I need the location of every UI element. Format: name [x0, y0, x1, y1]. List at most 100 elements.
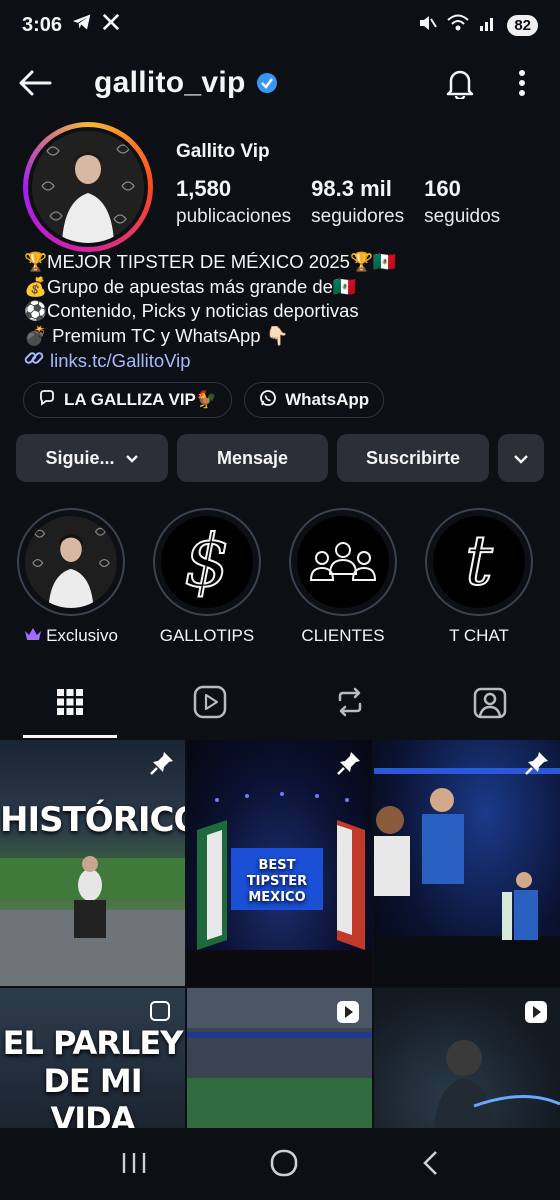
home-icon[interactable] [269, 1148, 299, 1183]
bio-link-text: links.tc/GallitoVip [50, 350, 191, 371]
highlight-label: Exclusivo [46, 626, 118, 645]
highlight-label: T CHAT [449, 626, 509, 645]
notification-bell-icon[interactable] [440, 63, 480, 103]
highlight-exclusivo[interactable]: Exclusivo [16, 508, 126, 646]
profile-actions: Siguie... Mensaje Suscribirte [16, 434, 544, 482]
following-button[interactable]: Siguie... [16, 434, 168, 482]
signal-icon [479, 14, 497, 37]
posts-grid: HISTÓRICO BEST TIPSTER MEXICO EL PARLEY … [0, 740, 560, 1128]
profile-stats: 1,580 publicaciones 98.3 mil seguidores … [176, 176, 500, 228]
post-overlay-line: MEXICO [248, 890, 306, 905]
bio-link[interactable]: links.tc/GallitoVip [24, 348, 544, 375]
profile-avatar[interactable] [23, 122, 153, 252]
system-navigation-bar [0, 1130, 560, 1200]
profile-tabs [0, 670, 560, 738]
mute-icon [417, 13, 438, 38]
recent-apps-icon[interactable] [120, 1151, 148, 1180]
link-icon [24, 348, 44, 375]
svg-text:t: t [465, 522, 493, 601]
post-thumbnail[interactable] [374, 740, 560, 986]
reel-play-icon [336, 1000, 360, 1029]
post-overlay-text: EL PARLEY DE MI VIDA [0, 1024, 185, 1128]
t-letter-icon: t [433, 516, 525, 608]
stat-label: seguidores [311, 206, 405, 227]
stat-following[interactable]: 160 seguidos [424, 176, 500, 228]
post-thumbnail[interactable] [374, 988, 560, 1128]
pin-icon [524, 750, 550, 781]
verified-badge-icon [256, 72, 278, 94]
subscribe-button-label: Suscribirte [365, 447, 461, 468]
profile-chips: LA GALLIZA VIP🐓 WhatsApp [23, 382, 385, 418]
pin-icon [149, 750, 175, 781]
highlight-cover-image [25, 516, 117, 608]
back-icon[interactable] [420, 1149, 440, 1182]
dollar-sign-icon: $ [161, 516, 253, 608]
people-group-icon [297, 516, 389, 608]
svg-text:$: $ [184, 522, 230, 602]
display-name: Gallito Vip [176, 141, 270, 162]
highlight-t-chat[interactable]: t T CHAT [424, 508, 534, 646]
highlight-gallotips[interactable]: $ GALLOTIPS [152, 508, 262, 646]
pin-icon [336, 750, 362, 781]
post-overlay-line: DE MI VIDA [43, 1062, 142, 1128]
wifi-icon [447, 14, 469, 37]
username-title: gallito_vip [94, 66, 246, 99]
reel-play-icon [524, 1000, 548, 1029]
stat-label: seguidos [424, 206, 501, 227]
post-thumbnail[interactable]: HISTÓRICO [0, 740, 185, 986]
tagged-person-icon [473, 685, 507, 724]
tab-posts-grid[interactable] [0, 670, 140, 738]
chip-whatsapp[interactable]: WhatsApp [244, 382, 385, 418]
battery-indicator: 82 [507, 14, 538, 36]
suggestions-toggle-button[interactable] [498, 434, 544, 482]
highlight-label: GALLOTIPS [159, 626, 255, 645]
highlight-label: CLIENTES [301, 626, 385, 645]
chevron-down-icon [513, 448, 529, 469]
bio-line: 💣 Premium TC y WhatsApp 👇🏻 [24, 324, 289, 346]
profile-bio: 🏆MEJOR TIPSTER DE MÉXICO 2025🏆🇲🇽 💰Grupo … [24, 250, 544, 375]
highlight-clientes[interactable]: CLIENTES [288, 508, 398, 646]
bio-line: 🏆MEJOR TIPSTER DE MÉXICO 2025🏆🇲🇽 [24, 251, 397, 272]
status-time: 3:06 [22, 13, 63, 36]
chip-threads[interactable]: LA GALLIZA VIP🐓 [23, 382, 233, 418]
back-arrow-icon[interactable] [18, 63, 58, 103]
grid-icon [56, 688, 84, 721]
threads-icon [38, 389, 56, 412]
stat-value: 1,580 [176, 176, 232, 201]
chip-label: WhatsApp [285, 390, 370, 409]
bio-line: ⚽Contenido, Picks y noticias deportivas [24, 300, 359, 321]
post-thumbnail[interactable]: BEST TIPSTER MEXICO [187, 740, 372, 986]
telegram-icon [72, 13, 92, 37]
message-button[interactable]: Mensaje [177, 434, 328, 482]
following-button-label: Siguie... [45, 447, 115, 468]
more-options-icon[interactable] [502, 63, 542, 103]
profile-header: gallito_vip [0, 52, 560, 114]
post-overlay-line: BEST TIPSTER [246, 858, 308, 889]
avatar-image [32, 131, 144, 243]
post-overlay-line: EL PARLEY [2, 1024, 184, 1062]
whatsapp-icon [259, 389, 277, 412]
post-thumbnail[interactable]: EL PARLEY DE MI VIDA [0, 988, 185, 1128]
subscribe-button[interactable]: Suscribirte [337, 434, 489, 482]
bio-line: 💰Grupo de apuestas más grande de🇲🇽 [24, 275, 356, 297]
tab-reels[interactable] [140, 670, 280, 738]
x-icon [102, 13, 120, 37]
story-highlights: Exclusivo $ GALLOTIPS CLIENTES t T CHAT [16, 508, 560, 646]
tab-tagged[interactable] [420, 670, 560, 738]
stat-value: 160 [424, 176, 461, 201]
post-overlay-text: HISTÓRICO [0, 800, 185, 840]
post-overlay-text: BEST TIPSTER MEXICO [231, 858, 323, 906]
post-thumbnail[interactable] [187, 988, 372, 1128]
message-button-label: Mensaje [216, 447, 289, 468]
status-bar: 3:06 82 [0, 0, 560, 50]
repost-icon [334, 686, 366, 723]
crown-icon [24, 626, 42, 646]
stat-posts[interactable]: 1,580 publicaciones [176, 176, 291, 228]
stat-label: publicaciones [176, 206, 292, 227]
stat-value: 98.3 mil [311, 176, 392, 201]
tab-reposts[interactable] [280, 670, 420, 738]
reels-play-icon [193, 685, 227, 724]
chevron-down-icon [125, 448, 139, 469]
carousel-icon [149, 1000, 173, 1029]
stat-followers[interactable]: 98.3 mil seguidores [311, 176, 404, 228]
